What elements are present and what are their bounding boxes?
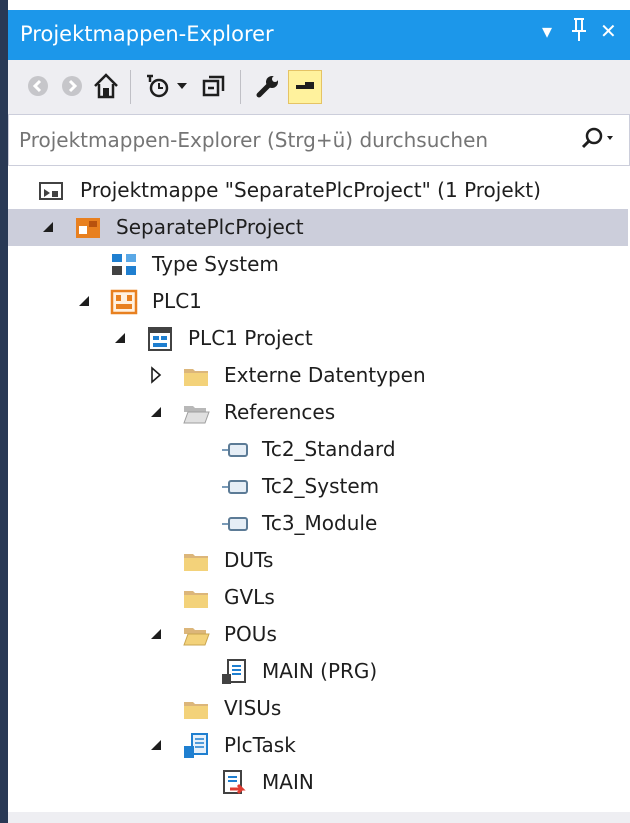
folder-icon: [182, 695, 210, 723]
tree-item-pous[interactable]: POUs: [8, 616, 628, 653]
solution-explorer-window: Projektmappen-Explorer ▾ ✕ Projektmappen…: [8, 0, 630, 823]
expand-arrow-icon[interactable]: [146, 365, 166, 385]
collapse-arrow-icon[interactable]: [110, 328, 130, 348]
tree-item-label: PLC1 Project: [188, 326, 313, 350]
twincat-project-icon: [74, 214, 102, 242]
tree-item-type-system[interactable]: Type System: [8, 246, 628, 283]
tree-item-references[interactable]: References: [8, 394, 628, 431]
tree-item-label: POUs: [224, 622, 277, 646]
tree-item-label: GVLs: [224, 585, 275, 609]
tree-item-label: MAIN (PRG): [262, 659, 378, 683]
tree-item-label: Type System: [152, 252, 279, 276]
search-input[interactable]: [17, 125, 561, 155]
task-icon: [182, 732, 210, 760]
folder-icon: [182, 584, 210, 612]
tree-item-label: DUTs: [224, 548, 274, 572]
tree-item-label: Projektmappe "SeparatePlcProject" (1 Pro…: [80, 178, 541, 202]
panel-title-bar: Projektmappen-Explorer ▾ ✕: [8, 10, 630, 60]
folder-icon: [182, 547, 210, 575]
toolbar-separator: [240, 70, 241, 104]
window-position-dropdown-icon[interactable]: ▾: [542, 19, 552, 43]
tree-item-label: VISUs: [224, 696, 282, 720]
toolbar-separator: [130, 70, 131, 104]
collapse-arrow-icon[interactable]: [146, 402, 166, 422]
tree-item-label: SeparatePlcProject: [116, 215, 304, 239]
tree-item-label: Tc3_Module: [262, 511, 378, 535]
tree-item-main-prg[interactable]: MAIN (PRG): [8, 653, 628, 690]
tree-item-tc3-module[interactable]: Tc3_Module: [8, 505, 628, 542]
properties-icon[interactable]: [252, 70, 284, 102]
dropdown-icon[interactable]: [172, 70, 192, 102]
collapse-arrow-icon[interactable]: [74, 291, 94, 311]
tree-item-label: PlcTask: [224, 733, 296, 757]
collapse-arrow-icon[interactable]: [146, 735, 166, 755]
tree-item-plc1[interactable]: PLC1: [8, 283, 628, 320]
back-icon[interactable]: [22, 70, 54, 102]
plc-icon: [110, 288, 138, 316]
collapse-all-icon[interactable]: [198, 70, 230, 102]
pending-changes-icon[interactable]: [142, 70, 174, 102]
tree-item-label: Tc2_Standard: [262, 437, 396, 461]
tree-item-duts[interactable]: DUTs: [8, 542, 628, 579]
preview-icon[interactable]: [288, 70, 322, 104]
collapse-arrow-icon[interactable]: [38, 217, 58, 237]
type-system-icon: [110, 251, 138, 279]
tree-item-separateplcproject[interactable]: SeparatePlcProject: [8, 209, 628, 246]
plc-project-icon: [146, 325, 174, 353]
tree-item-label: Tc2_System: [262, 474, 380, 498]
tree-item-label: Externe Datentypen: [224, 363, 426, 387]
tree-item-plctask[interactable]: PlcTask: [8, 727, 628, 764]
panel-title: Projektmappen-Explorer: [20, 22, 274, 46]
library-reference-icon: [220, 510, 248, 538]
tree-item-plc1-project[interactable]: PLC1 Project: [8, 320, 628, 357]
tree-item-gvls[interactable]: GVLs: [8, 579, 628, 616]
forward-icon[interactable]: [56, 70, 88, 102]
tree-item-visus[interactable]: VISUs: [8, 690, 628, 727]
library-reference-icon: [220, 473, 248, 501]
search-icon[interactable]: [575, 125, 615, 155]
toolbar: [8, 60, 630, 114]
folder-open-icon: [182, 399, 210, 427]
tree-item-label: PLC1: [152, 289, 202, 313]
search-box[interactable]: [8, 114, 630, 166]
close-icon[interactable]: ✕: [600, 19, 617, 43]
collapse-arrow-icon[interactable]: [146, 624, 166, 644]
folder-icon: [182, 362, 210, 390]
tree-item-main-call[interactable]: MAIN: [8, 764, 628, 801]
tree-item-tc2-system[interactable]: Tc2_System: [8, 468, 628, 505]
bottom-edge: [8, 812, 630, 823]
task-call-icon: [220, 769, 248, 797]
tree-item-label: References: [224, 400, 336, 424]
tree-item-label: MAIN: [262, 770, 314, 794]
tree-item-solution[interactable]: Projektmappe "SeparatePlcProject" (1 Pro…: [8, 172, 628, 209]
tree-item-externe-datentypen[interactable]: Externe Datentypen: [8, 357, 628, 394]
solution-icon: [38, 177, 66, 205]
library-reference-icon: [220, 436, 248, 464]
program-icon: [220, 658, 248, 686]
pin-icon[interactable]: [570, 17, 588, 48]
home-icon[interactable]: [90, 70, 122, 102]
tree-item-tc2-standard[interactable]: Tc2_Standard: [8, 431, 628, 468]
folder-open-icon: [182, 621, 210, 649]
